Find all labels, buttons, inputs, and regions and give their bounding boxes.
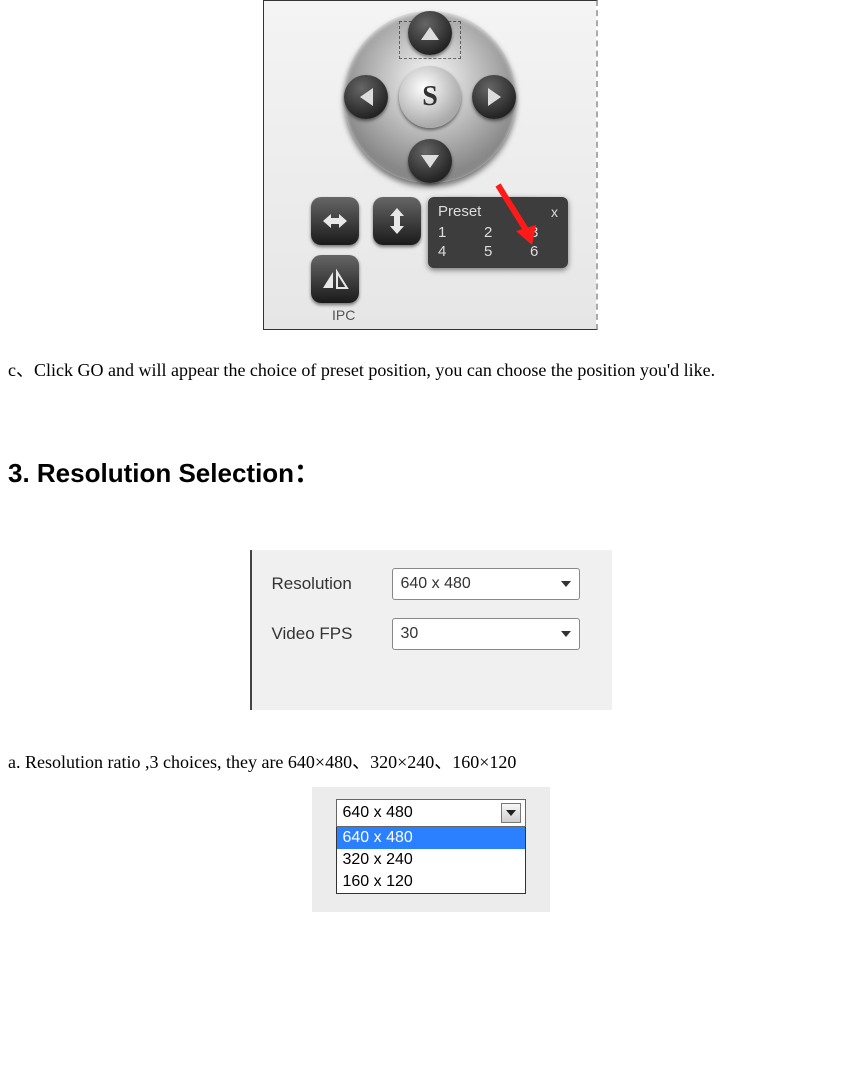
preset-5[interactable]: 5 <box>484 243 512 260</box>
preset-4[interactable]: 4 <box>438 243 466 260</box>
resolution-dropdown-value: 640 x 480 <box>343 804 413 822</box>
resolution-select[interactable]: 640 x 480 <box>392 568 580 600</box>
preset-2[interactable]: 2 <box>484 224 512 241</box>
resolution-dropdown-figure: 640 x 480 640 x 480 320 x 240 160 x 120 <box>312 787 550 912</box>
tilt-scan-button[interactable] <box>373 197 421 245</box>
ptz-panel-inner: S <box>264 1 596 329</box>
preset-6[interactable]: 6 <box>530 243 558 260</box>
resolution-settings-panel: Resolution 640 x 480 Video FPS 30 <box>250 550 612 710</box>
ptz-extra-buttons: GO Preset x <box>310 197 550 303</box>
ipc-label: IPC <box>272 303 588 327</box>
ptz-dpad: S <box>340 7 520 187</box>
bullet-a: a. Resolution ratio ,3 choices, they are… <box>8 750 861 775</box>
fps-label: Video FPS <box>272 624 392 644</box>
preset-3[interactable]: 3 <box>530 224 558 241</box>
mirror-button[interactable] <box>311 255 359 303</box>
ptz-down-button[interactable] <box>408 139 452 183</box>
chevron-down-icon <box>506 810 516 821</box>
resolution-option-0[interactable]: 640 x 480 <box>337 827 525 849</box>
preset-close-button[interactable]: x <box>551 204 558 220</box>
preset-title: Preset <box>438 203 481 220</box>
resolution-dropdown-list: 640 x 480 320 x 240 160 x 120 <box>336 827 526 894</box>
fps-value: 30 <box>401 625 419 643</box>
instruction-c: c、Click GO and will appear the choice of… <box>8 358 861 383</box>
resolution-option-2[interactable]: 160 x 120 <box>337 871 525 893</box>
ptz-center-button[interactable]: S <box>399 66 461 128</box>
resolution-value: 640 x 480 <box>401 575 471 593</box>
chevron-down-icon <box>561 631 571 642</box>
resolution-option-1[interactable]: 320 x 240 <box>337 849 525 871</box>
dropdown-toggle-button[interactable] <box>501 803 521 823</box>
chevron-down-icon <box>561 581 571 592</box>
ptz-left-button[interactable] <box>344 75 388 119</box>
ptz-right-button[interactable] <box>472 75 516 119</box>
preset-popup: Preset x 1 2 3 4 5 6 <box>428 197 568 268</box>
ptz-center-label: S <box>422 81 438 113</box>
preset-number-grid: 1 2 3 4 5 6 <box>438 222 558 260</box>
ptz-control-panel: S <box>263 0 598 330</box>
vertical-arrows-icon <box>387 207 407 235</box>
bullet-a-body: Resolution ratio ,3 choices, they are 64… <box>25 752 516 772</box>
resolution-dropdown[interactable]: 640 x 480 <box>336 799 526 827</box>
preset-1[interactable]: 1 <box>438 224 466 241</box>
resolution-label: Resolution <box>272 574 392 594</box>
pan-scan-button[interactable] <box>311 197 359 245</box>
ptz-up-button[interactable] <box>408 11 452 55</box>
fps-select[interactable]: 30 <box>392 618 580 650</box>
bullet-a-prefix: a. <box>8 752 25 772</box>
mirror-icon <box>321 268 349 290</box>
horizontal-arrows-icon <box>321 211 349 231</box>
section-heading-resolution: 3. Resolution Selection： <box>8 453 861 490</box>
